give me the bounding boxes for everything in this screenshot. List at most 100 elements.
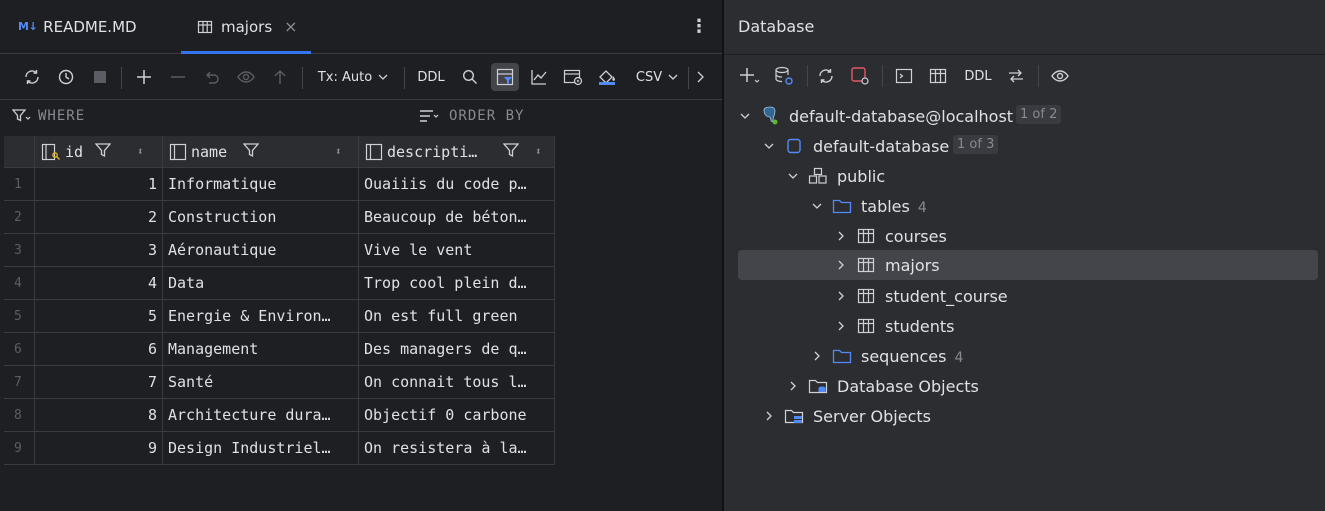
column-header-name[interactable]: name ⬍ (163, 136, 359, 168)
remove-row-icon[interactable] (166, 54, 190, 100)
filter-toggle-icon[interactable] (491, 63, 519, 91)
cell-name[interactable]: Informatique (163, 168, 359, 201)
row-number: 6 (4, 333, 35, 366)
more-options-icon[interactable]: ⋮ (690, 0, 708, 53)
search-icon[interactable] (458, 54, 482, 100)
view-mode-icon[interactable] (561, 54, 585, 100)
tree-node-tables[interactable]: tables 4 (738, 191, 1318, 221)
chevron-right-icon[interactable] (786, 379, 800, 393)
cell-name[interactable]: Design Industriel… (163, 432, 359, 465)
ddl-button[interactable]: DDL (413, 54, 449, 100)
cell-description[interactable]: Vive le vent (359, 234, 555, 267)
table-row[interactable]: 7 7 Santé On connait tous l… (4, 366, 555, 399)
cell-name[interactable]: Construction (163, 201, 359, 234)
transaction-mode-dropdown[interactable]: Tx: Auto (312, 54, 394, 100)
refresh-icon[interactable] (814, 55, 838, 97)
where-filter[interactable]: WHERE (12, 108, 85, 124)
add-icon[interactable] (738, 55, 762, 97)
data-source-properties-icon[interactable] (772, 55, 796, 97)
sort-toggle-icon[interactable]: ⬍ (335, 145, 342, 158)
table-row[interactable]: 3 3 Aéronautique Vive le vent (4, 234, 555, 267)
table-row[interactable]: 6 6 Management Des managers de q… (4, 333, 555, 366)
cell-id[interactable]: 3 (35, 234, 163, 267)
jump-to-console-icon[interactable] (892, 55, 916, 97)
cell-description[interactable]: Beaucoup de béton… (359, 201, 555, 234)
cell-id[interactable]: 2 (35, 201, 163, 234)
history-icon[interactable] (54, 54, 78, 100)
refresh-icon[interactable] (20, 54, 44, 100)
tree-node-connection[interactable]: default-database@localhost 1 of 2 (738, 101, 1318, 131)
order-by-filter[interactable]: ORDER BY (419, 108, 524, 124)
ddl-button[interactable]: DDL (960, 55, 996, 97)
table-row[interactable]: 2 2 Construction Beaucoup de béton… (4, 201, 555, 234)
cell-description[interactable]: Ouaiiis du code p… (359, 168, 555, 201)
chevron-right-icon[interactable] (834, 289, 848, 303)
cell-id[interactable]: 8 (35, 399, 163, 432)
chevron-right-icon[interactable] (810, 349, 824, 363)
stop-icon[interactable] (88, 54, 112, 100)
undo-icon[interactable] (200, 54, 224, 100)
close-icon[interactable]: × (284, 17, 297, 36)
chevron-right-icon[interactable] (834, 229, 848, 243)
submit-icon[interactable] (268, 54, 292, 100)
disconnect-icon[interactable] (848, 55, 872, 97)
chevron-right-icon[interactable] (834, 319, 848, 333)
column-filter-icon[interactable] (502, 142, 520, 162)
column-header-id[interactable]: id ⬍ (35, 136, 163, 168)
cell-name[interactable]: Santé (163, 366, 359, 399)
tab-majors[interactable]: majors × (181, 0, 311, 54)
chevron-right-icon[interactable] (762, 409, 776, 423)
cell-name[interactable]: Management (163, 333, 359, 366)
tree-node-table-student-course[interactable]: student_course (738, 281, 1318, 311)
chevron-right-icon[interactable] (834, 258, 848, 272)
compare-icon[interactable] (1004, 55, 1028, 97)
cell-name[interactable]: Data (163, 267, 359, 300)
tree-node-schema[interactable]: public (738, 161, 1318, 191)
cell-id[interactable]: 5 (35, 300, 163, 333)
cell-name[interactable]: Architecture dura… (163, 399, 359, 432)
cell-name[interactable]: Energie & Environ… (163, 300, 359, 333)
column-filter-icon[interactable] (94, 142, 112, 162)
chart-icon[interactable] (527, 54, 551, 100)
cell-id[interactable]: 1 (35, 168, 163, 201)
table-row[interactable]: 4 4 Data Trop cool plein d… (4, 267, 555, 300)
chevron-down-icon[interactable] (786, 169, 800, 183)
table-row[interactable]: 5 5 Energie & Environ… On est full green (4, 300, 555, 333)
chevron-down-icon[interactable] (738, 109, 752, 123)
cell-name[interactable]: Aéronautique (163, 234, 359, 267)
export-format-dropdown[interactable]: CSV (628, 54, 686, 100)
cell-description[interactable]: Objectif 0 carbone (359, 399, 555, 432)
eye-icon[interactable] (1048, 55, 1072, 97)
sort-toggle-icon[interactable]: ⬍ (535, 145, 542, 158)
column-filter-icon[interactable] (242, 142, 260, 162)
add-row-icon[interactable] (132, 54, 156, 100)
cell-id[interactable]: 6 (35, 333, 163, 366)
tree-node-table-students[interactable]: students (738, 311, 1318, 341)
chevron-right-icon[interactable] (692, 54, 708, 100)
cell-description[interactable]: Trop cool plein d… (359, 267, 555, 300)
tree-node-sequences[interactable]: sequences 4 (738, 341, 1318, 371)
cell-description[interactable]: On resistera à la… (359, 432, 555, 465)
table-row[interactable]: 1 1 Informatique Ouaiiis du code p… (4, 168, 555, 201)
cell-id[interactable]: 9 (35, 432, 163, 465)
chevron-down-icon[interactable] (762, 139, 776, 153)
tree-node-table-majors[interactable]: majors (738, 250, 1318, 280)
chevron-down-icon[interactable] (810, 199, 824, 213)
table-row[interactable]: 9 9 Design Industriel… On resistera à la… (4, 432, 555, 465)
color-icon[interactable] (595, 54, 619, 100)
cell-id[interactable]: 4 (35, 267, 163, 300)
table-icon[interactable] (926, 55, 950, 97)
tree-node-database-objects[interactable]: Database Objects (738, 371, 1318, 401)
preview-changes-icon[interactable] (234, 54, 258, 100)
cell-description[interactable]: On connait tous l… (359, 366, 555, 399)
tree-node-server-objects[interactable]: Server Objects (738, 401, 1318, 431)
tree-node-database[interactable]: default-database 1 of 3 (738, 131, 1318, 161)
cell-id[interactable]: 7 (35, 366, 163, 399)
tab-readme[interactable]: M↓ README.MD (18, 0, 137, 53)
tree-node-table-courses[interactable]: courses (738, 221, 1318, 251)
table-row[interactable]: 8 8 Architecture dura… Objectif 0 carbon… (4, 399, 555, 432)
cell-description[interactable]: Des managers de q… (359, 333, 555, 366)
column-header-description[interactable]: descripti… ⬍ (359, 136, 555, 168)
sort-toggle-icon[interactable]: ⬍ (137, 145, 144, 158)
cell-description[interactable]: On est full green (359, 300, 555, 333)
